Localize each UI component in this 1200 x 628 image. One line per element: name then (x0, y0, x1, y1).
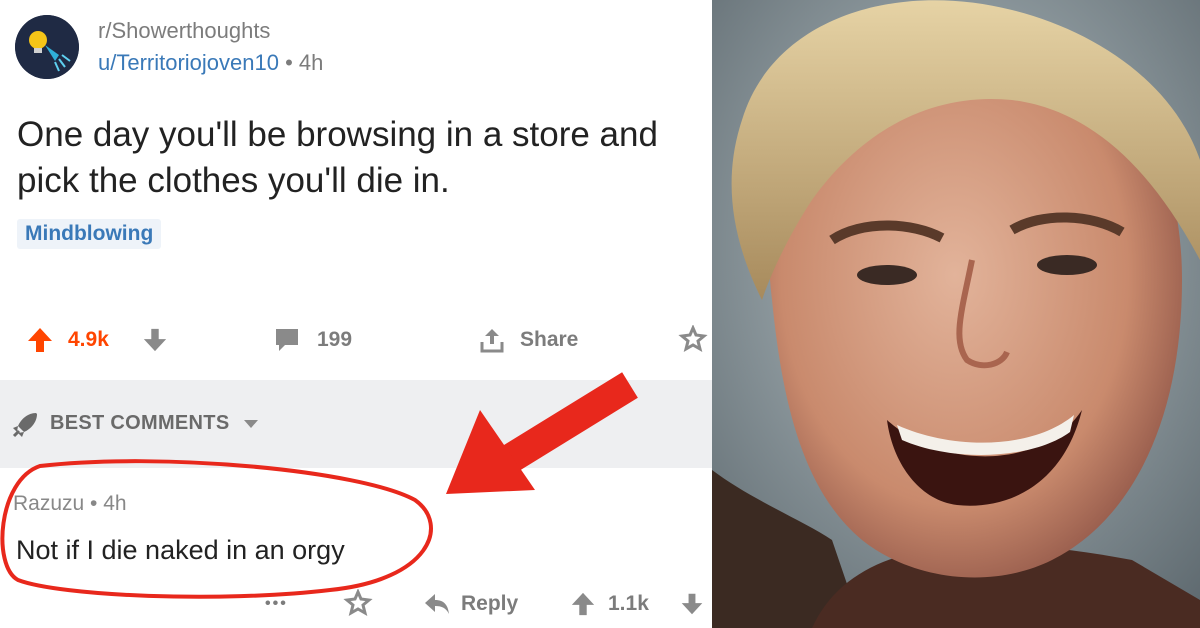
post-title[interactable]: One day you'll be browsing in a store an… (17, 112, 697, 204)
comment-icon (273, 326, 301, 354)
post-flair[interactable]: Mindblowing (17, 219, 162, 249)
post-age: 4h (298, 50, 324, 75)
annotation-circle (0, 459, 433, 599)
comment-downvote-button[interactable] (680, 584, 704, 624)
downvote-button[interactable] (142, 318, 168, 362)
share-label: Share (520, 328, 579, 351)
subreddit-icon[interactable] (15, 15, 79, 79)
reddit-post-panel: r/Showerthoughts u/Territoriojoven10 • 4… (0, 0, 712, 628)
comment-action-bar: ••• Reply 1.1k (0, 584, 712, 624)
share-icon (478, 326, 506, 354)
caret-down-icon (243, 412, 259, 435)
upvote-icon (570, 591, 596, 617)
comment-award-button[interactable] (343, 584, 373, 624)
post-author[interactable]: u/Territoriojoven10 (98, 50, 279, 75)
award-icon (343, 589, 373, 619)
comment-author[interactable]: Razuzu (13, 492, 84, 515)
more-label: ••• (265, 595, 288, 612)
upvote-button[interactable]: 4.9k (26, 318, 109, 362)
reaction-photo (712, 0, 1200, 628)
reply-icon (423, 592, 451, 616)
upvote-icon (26, 326, 54, 354)
comment-reply-button[interactable]: Reply (423, 584, 518, 624)
subreddit-name[interactable]: r/Showerthoughts (98, 18, 270, 44)
downvote-icon (680, 591, 704, 617)
post-meta: u/Territoriojoven10 • 4h (98, 50, 323, 76)
upvote-count: 4.9k (68, 328, 109, 351)
comment-meta: Razuzu • 4h (13, 492, 127, 516)
meta-separator: • (278, 50, 299, 75)
share-button[interactable]: Share (478, 318, 578, 362)
comments-sort-button[interactable]: BEST COMMENTS (50, 412, 259, 435)
comments-button[interactable]: 199 (273, 318, 352, 362)
rocket-icon (10, 410, 40, 445)
reply-label: Reply (461, 592, 519, 615)
comment-count: 199 (317, 328, 353, 351)
comment-upvote-button[interactable]: 1.1k (570, 584, 649, 624)
comment-vote-count: 1.1k (608, 592, 649, 615)
comment-age: 4h (103, 492, 127, 515)
award-icon (678, 325, 708, 355)
meta-separator: • (84, 492, 104, 515)
post-action-bar: 4.9k 199 Share (0, 318, 712, 362)
downvote-icon (142, 326, 168, 354)
award-button[interactable] (678, 318, 708, 362)
comment-body: Not if I die naked in an orgy (16, 535, 345, 565)
annotation-overlay (0, 372, 638, 599)
sort-label: BEST COMMENTS (50, 412, 230, 434)
comment-more-button[interactable]: ••• (265, 584, 288, 624)
